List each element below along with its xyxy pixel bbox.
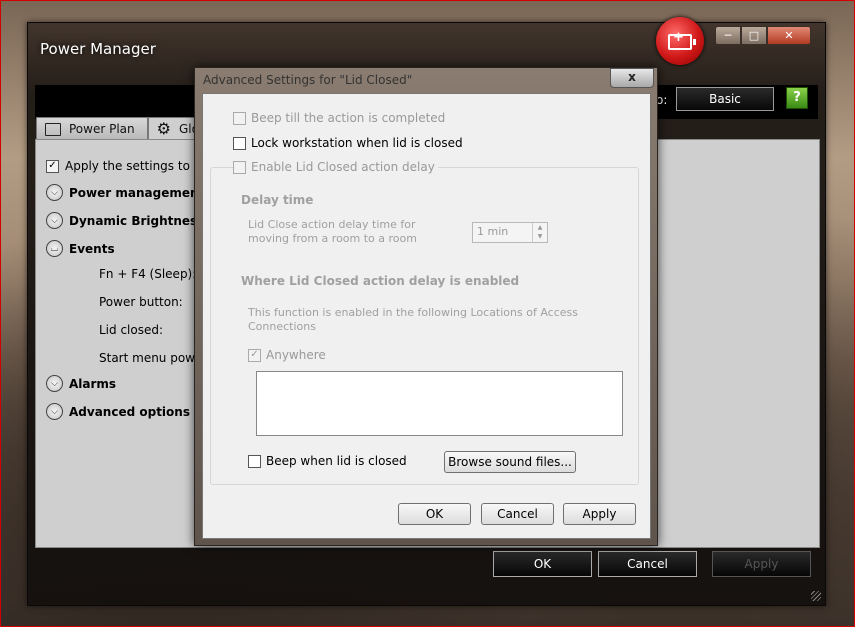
section-alarms[interactable]: ⌵ Alarms xyxy=(46,375,116,392)
browse-sound-button[interactable]: Browse sound files... xyxy=(444,451,576,473)
delay-time-stepper[interactable]: 1 min ▲ ▼ xyxy=(472,222,548,243)
spin-arrows-icon[interactable]: ▲ ▼ xyxy=(532,223,547,242)
section-dynamic-brightness[interactable]: ⌵ Dynamic Brightness C xyxy=(46,212,217,229)
event-power-button: Power button: xyxy=(99,295,183,309)
close-button[interactable]: ✕ xyxy=(767,26,811,45)
lock-workstation-row[interactable]: Lock workstation when lid is closed xyxy=(233,136,463,150)
delay-time-heading: Delay time xyxy=(241,193,314,207)
dialog-ok-button[interactable]: OK xyxy=(398,503,471,525)
chevron-up-icon: ⌴ xyxy=(46,240,63,257)
tab-power-plan[interactable]: Power Plan xyxy=(36,117,148,140)
document-icon xyxy=(45,122,61,136)
battery-logo-icon: + xyxy=(656,17,704,65)
beep-closed-checkbox[interactable] xyxy=(248,454,261,468)
apply-all-label: Apply the settings to all xyxy=(65,159,208,173)
chevron-down-icon: ⌵ xyxy=(46,212,63,229)
apply-all-checkbox[interactable]: ✓ xyxy=(46,159,59,173)
window-title: Power Manager xyxy=(40,40,156,58)
dialog-cancel-button[interactable]: Cancel xyxy=(481,503,554,525)
where-description: This function is enabled in the followin… xyxy=(248,306,578,333)
locations-list[interactable] xyxy=(256,371,623,436)
dialog-close-button[interactable]: x xyxy=(610,68,654,88)
tab-label: Power Plan xyxy=(69,122,135,136)
lock-workstation-checkbox[interactable] xyxy=(233,136,246,150)
chevron-down-icon: ⌵ xyxy=(46,403,63,420)
main-ok-button[interactable]: OK xyxy=(493,551,592,577)
help-icon[interactable]: ? xyxy=(786,87,808,109)
delay-groupbox: Enable Lid Closed action delay Delay tim… xyxy=(210,160,639,485)
dialog-title: Advanced Settings for "Lid Closed" xyxy=(203,73,413,87)
window-controls: ─ □ ✕ xyxy=(715,26,811,45)
enable-delay-checkbox[interactable] xyxy=(233,160,246,174)
tab-bar: Power Plan ⚙ Glo xyxy=(36,117,212,140)
event-fn-f4: Fn + F4 (Sleep): xyxy=(99,267,197,281)
beep-till-done-checkbox[interactable] xyxy=(233,111,246,125)
delay-time-description: Lid Close action delay time for moving f… xyxy=(248,218,417,245)
apply-all-row[interactable]: ✓ Apply the settings to all xyxy=(46,159,208,173)
section-power-management[interactable]: ⌵ Power management o xyxy=(46,184,217,201)
enable-delay-row[interactable]: Enable Lid Closed action delay xyxy=(233,160,438,174)
chevron-down-icon: ⌵ xyxy=(46,184,63,201)
gear-icon: ⚙ xyxy=(156,119,171,138)
dialog-apply-button[interactable]: Apply xyxy=(563,503,636,525)
resize-grip[interactable] xyxy=(811,591,821,601)
section-advanced-options[interactable]: ⌵ Advanced options xyxy=(46,403,190,420)
event-lid-closed: Lid closed: xyxy=(99,323,164,337)
chevron-down-icon: ⌵ xyxy=(46,375,63,392)
anywhere-checkbox[interactable]: ✓ xyxy=(248,348,261,362)
where-heading: Where Lid Closed action delay is enabled xyxy=(241,274,520,288)
anywhere-row[interactable]: ✓ Anywhere xyxy=(248,348,326,362)
main-cancel-button[interactable]: Cancel xyxy=(598,551,697,577)
section-events[interactable]: ⌴ Events xyxy=(46,240,115,257)
advanced-settings-dialog: Advanced Settings for "Lid Closed" x Bee… xyxy=(194,67,658,546)
basic-mode-button[interactable]: Basic xyxy=(676,87,774,111)
beep-till-done-row[interactable]: Beep till the action is completed xyxy=(233,111,445,125)
maximize-button[interactable]: □ xyxy=(741,26,767,45)
minimize-button[interactable]: ─ xyxy=(715,26,741,45)
dialog-body: Beep till the action is completed Lock w… xyxy=(202,93,651,539)
beep-closed-row[interactable]: Beep when lid is closed xyxy=(248,454,407,468)
main-apply-button[interactable]: Apply xyxy=(712,551,811,577)
